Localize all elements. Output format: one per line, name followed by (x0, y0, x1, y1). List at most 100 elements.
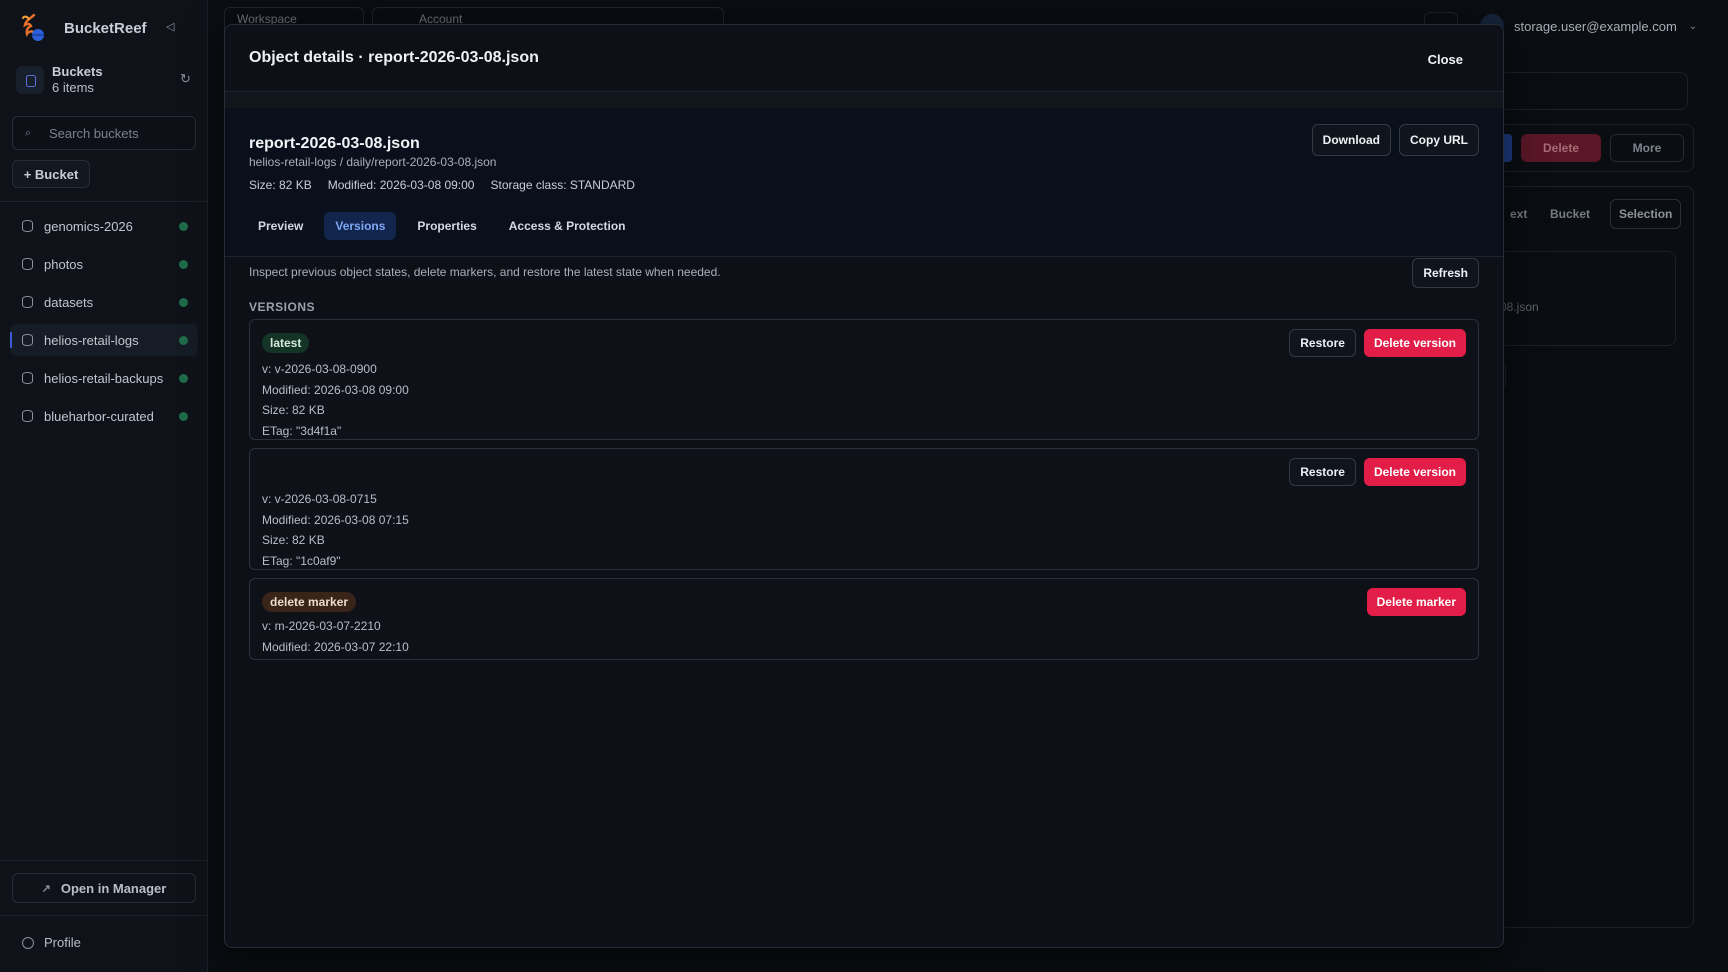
tab-properties[interactable]: Properties (406, 212, 487, 240)
bucket-label: blueharbor-curated (44, 408, 154, 424)
status-dot (179, 260, 188, 269)
object-path: helios-retail-logs / daily/report-2026-0… (249, 155, 497, 169)
background-panel (1500, 72, 1688, 110)
external-arrow-icon: ↗ (41, 882, 51, 895)
version-modified: Modified: 2026-03-08 07:15 (262, 512, 409, 527)
version-id: v: v-2026-03-08-0900 (262, 362, 377, 376)
version-id: v: v-2026-03-08-0715 (262, 492, 377, 506)
bucket-item-helios-retail-logs[interactable]: helios-retail-logs (10, 324, 198, 356)
version-details: v: v-2026-03-08-0900 Modified: 2026-03-0… (262, 359, 409, 441)
background-delete-button[interactable]: Delete (1521, 134, 1601, 162)
bucket-list: genomics-2026 photos datasets helios-ret… (10, 210, 198, 438)
modal-title: Object details · report-2026-03-08.json (249, 49, 539, 66)
version-details: v: m-2026-03-07-2210 Modified: 2026-03-0… (262, 616, 409, 657)
brand[interactable]: BucketReef (20, 12, 147, 44)
database-icon (22, 220, 33, 232)
delete-marker-badge: delete marker (262, 592, 357, 612)
delete-marker-card: delete marker v: m-2026-03-07-2210 Modif… (249, 578, 1479, 660)
versions-heading: VERSIONS (249, 300, 316, 314)
bucket-item-blueharbor-curated[interactable]: blueharbor-curated (10, 400, 198, 432)
version-id: v: m-2026-03-07-2210 (262, 619, 381, 633)
version-etag: ETag: "1c0af9" (262, 553, 341, 568)
version-card: v: v-2026-03-08-0715 Modified: 2026-03-0… (249, 448, 1479, 570)
bucket-label: photos (44, 256, 84, 272)
bucket-item-helios-retail-backups[interactable]: helios-retail-backups (10, 362, 198, 394)
database-icon (22, 410, 33, 422)
object-storage-class: Storage class: STANDARD (490, 178, 635, 192)
copy-url-button[interactable]: Copy URL (1399, 124, 1479, 156)
bucket-label: genomics-2026 (44, 218, 133, 234)
refresh-button[interactable]: Refresh (1412, 258, 1479, 288)
search-icon: ⌕ (25, 127, 32, 139)
bucket-item-datasets[interactable]: datasets (10, 286, 198, 318)
tab-versions[interactable]: Versions (324, 212, 397, 240)
database-icon (22, 296, 33, 308)
user-email: storage.user@example.com (1514, 18, 1677, 34)
bucket-label: helios-retail-backups (44, 370, 164, 386)
sidebar: BucketReef ◁ Buckets 6 items ↻ ⌕ + Bucke… (0, 0, 208, 972)
object-modified: Modified: 2026-03-08 09:00 (327, 178, 475, 192)
bucket-label: helios-retail-logs (44, 332, 139, 348)
version-actions: Restore Delete version (1289, 329, 1466, 357)
version-actions: Restore Delete version (1289, 458, 1466, 486)
tab-access-protection[interactable]: Access & Protection (498, 212, 637, 240)
version-etag: ETag: "3d4f1a" (262, 423, 342, 438)
open-in-manager-label: Open in Manager (60, 880, 167, 896)
database-icon (22, 372, 33, 384)
background-more-button[interactable]: More (1610, 134, 1684, 162)
background-json-label: 08.json (1500, 300, 1539, 314)
close-button[interactable]: Close (1414, 47, 1477, 71)
user-icon (22, 936, 34, 949)
database-icon (22, 258, 33, 270)
status-dot (179, 374, 188, 383)
buckets-header: Buckets 6 items ↻ (12, 62, 196, 98)
restore-button[interactable]: Restore (1289, 458, 1356, 486)
background-tab-selection[interactable]: Selection (1610, 199, 1682, 229)
detail-tabs: Preview Versions Properties Access & Pro… (247, 212, 636, 240)
bucket-item-genomics-2026[interactable]: genomics-2026 (10, 210, 198, 242)
modal-header: Object details · report-2026-03-08.json … (225, 25, 1503, 92)
divider (0, 915, 207, 916)
bucket-label: datasets (44, 294, 94, 310)
buckets-count: 6 items (52, 80, 94, 95)
user-menu[interactable]: storage.user@example.com ⌄ (1480, 14, 1697, 38)
tab-preview[interactable]: Preview (247, 212, 314, 240)
buckets-title: Buckets (52, 64, 103, 79)
version-actions: Delete marker (1366, 588, 1466, 616)
background-tab-bucket[interactable]: Bucket (1542, 199, 1598, 229)
version-modified: Modified: 2026-03-07 22:10 (262, 639, 409, 654)
refresh-icon[interactable]: ↻ (180, 72, 194, 86)
version-modified: Modified: 2026-03-08 09:00 (262, 382, 409, 397)
object-name: report-2026-03-08.json (249, 135, 420, 152)
divider (0, 860, 207, 861)
bucket-item-photos[interactable]: photos (10, 248, 198, 280)
modal-spacer (225, 92, 1503, 108)
profile-link[interactable]: Profile (22, 935, 81, 950)
app-name: BucketReef (64, 19, 147, 37)
database-icon (16, 66, 44, 94)
collapse-sidebar-icon[interactable]: ◁ (166, 20, 180, 34)
download-button[interactable]: Download (1311, 124, 1391, 156)
object-header: report-2026-03-08.json helios-retail-log… (225, 108, 1503, 257)
background-inner-card (1500, 251, 1676, 346)
delete-marker-button[interactable]: Delete marker (1366, 588, 1466, 616)
restore-button[interactable]: Restore (1289, 329, 1356, 357)
object-meta: Size: 82 KB Modified: 2026-03-08 09:00 S… (249, 178, 635, 192)
background-tab-text[interactable]: ext (1502, 199, 1535, 229)
version-details: v: v-2026-03-08-0715 Modified: 2026-03-0… (262, 489, 409, 571)
bucket-search: ⌕ (12, 116, 196, 150)
delete-version-button[interactable]: Delete version (1363, 458, 1466, 486)
object-details-modal: Object details · report-2026-03-08.json … (224, 24, 1504, 948)
profile-label: Profile (44, 935, 81, 950)
status-dot (179, 412, 188, 421)
database-icon (22, 334, 33, 346)
version-size: Size: 82 KB (262, 403, 325, 417)
versions-intro: Inspect previous object states, delete m… (249, 265, 721, 279)
add-bucket-button[interactable]: + Bucket (12, 160, 90, 188)
status-dot (179, 336, 188, 345)
version-card: latest v: v-2026-03-08-0900 Modified: 20… (249, 319, 1479, 440)
search-input[interactable] (49, 117, 189, 149)
delete-version-button[interactable]: Delete version (1363, 329, 1466, 357)
object-size: Size: 82 KB (249, 178, 312, 192)
open-in-manager-button[interactable]: ↗ Open in Manager (12, 873, 196, 903)
